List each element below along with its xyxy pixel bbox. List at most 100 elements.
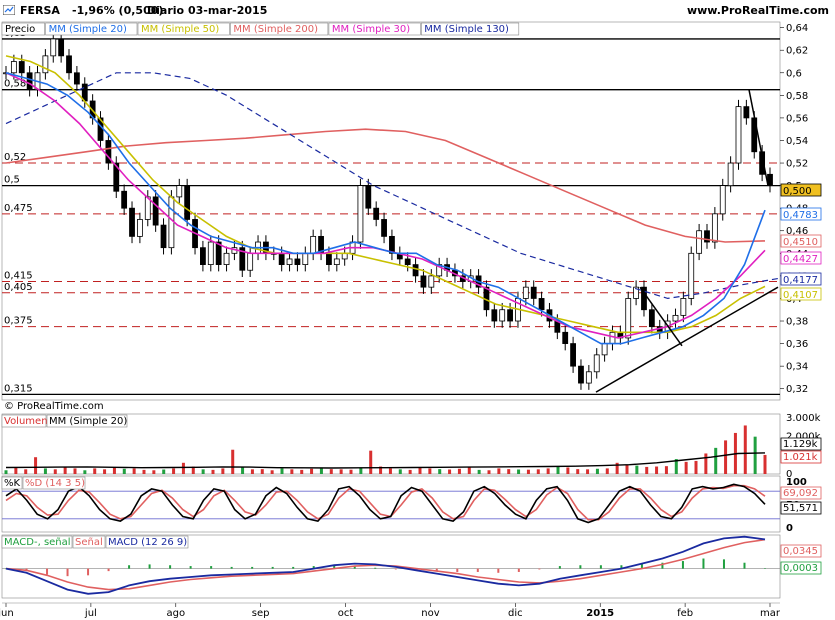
last-value-label: 0,0003 xyxy=(783,563,818,574)
price-y-tick-label: 0,36 xyxy=(786,339,808,350)
macd-histogram-bar xyxy=(169,565,172,569)
x-tick-label: jul xyxy=(84,608,97,619)
price-y-tick-label: 0,62 xyxy=(786,46,808,57)
volume-bar xyxy=(398,469,402,474)
volume-bar xyxy=(526,469,530,474)
level-label: 0,475 xyxy=(4,203,33,214)
last-value-label: 0,4107 xyxy=(783,290,818,301)
volume-bar xyxy=(497,468,501,474)
candle-body xyxy=(420,275,427,288)
candle-body xyxy=(499,309,506,322)
volume-bar xyxy=(103,469,107,474)
candle-body xyxy=(26,72,33,91)
candle-body xyxy=(302,252,309,265)
macd-histogram-bar xyxy=(497,568,500,573)
legend-item: MM (Simple 50) xyxy=(141,24,219,35)
candle-body xyxy=(176,185,183,198)
volume-bar xyxy=(53,469,57,474)
last-value-label: 0,500 xyxy=(783,186,812,197)
candle-body xyxy=(66,55,72,74)
x-tick-label: mar xyxy=(760,608,781,619)
volume-bar xyxy=(684,461,688,474)
last-value-label: 0,4510 xyxy=(783,237,818,248)
volume-bar xyxy=(4,470,8,474)
macd-histogram-bar xyxy=(251,566,254,569)
macd-histogram-bar xyxy=(394,568,397,570)
legend-item: MACD (12 26 9) xyxy=(108,537,187,548)
candle-body xyxy=(672,314,679,322)
volume-bar xyxy=(536,469,540,474)
volume-bar xyxy=(438,469,442,474)
volume-bar xyxy=(290,469,294,474)
volume-bar xyxy=(14,467,18,474)
chart-canvas[interactable]: 0,640,620,60,580,560,540,520,50,480,460,… xyxy=(0,0,835,620)
volume-bar xyxy=(250,469,254,474)
volume-bar xyxy=(339,469,343,474)
candle-body xyxy=(688,252,695,299)
last-value-label: 0,4427 xyxy=(783,254,818,265)
volume-bar xyxy=(448,469,452,474)
candle-body xyxy=(326,252,332,265)
volume-bar xyxy=(152,470,156,474)
macd-histogram-bar xyxy=(66,568,69,577)
candle-body xyxy=(223,252,230,265)
macd-histogram-bar xyxy=(271,566,274,569)
volume-bar xyxy=(724,440,728,474)
macd-histogram-bar xyxy=(189,566,192,569)
volume-bar xyxy=(487,470,491,474)
candle-body xyxy=(428,275,435,288)
legend-item: MM (Simple 30) xyxy=(332,24,410,35)
volume-bar xyxy=(507,469,511,474)
price-y-tick-label: 0,32 xyxy=(786,384,808,395)
stochastic-y-tick-label: 100 xyxy=(786,477,807,488)
candle-body xyxy=(168,196,175,249)
candle-body xyxy=(412,264,419,277)
volume-bar xyxy=(635,465,639,474)
candle-body xyxy=(152,196,159,226)
volume-bar xyxy=(349,469,353,474)
legend-item: Precio xyxy=(5,24,35,35)
volume-bar xyxy=(142,469,146,474)
candle-body xyxy=(58,38,65,57)
volume-bar xyxy=(467,467,471,474)
candle-body xyxy=(50,38,57,57)
candle-body xyxy=(73,72,80,85)
legend-item: MM (Simple 20) xyxy=(49,24,127,35)
volume-bar xyxy=(270,470,274,474)
volume-bar xyxy=(566,467,570,474)
volume-bar xyxy=(221,468,225,474)
volume-bar xyxy=(457,468,461,474)
volume-bar xyxy=(132,468,136,474)
x-tick-label: dic xyxy=(508,608,523,619)
x-tick-label: nov xyxy=(421,608,439,619)
x-tick-label: ago xyxy=(166,608,185,619)
candle-body xyxy=(570,343,576,367)
candle-body xyxy=(200,247,206,265)
candle-body xyxy=(491,309,498,322)
volume-bar xyxy=(93,468,97,474)
candle-body xyxy=(18,61,25,74)
legend-item: Volumen xyxy=(4,416,48,427)
volume-bar xyxy=(280,468,284,474)
last-value-label: 0,4177 xyxy=(783,275,818,286)
last-value-label: 1.129k xyxy=(783,439,818,450)
level-label: 0,405 xyxy=(4,282,33,293)
volume-bar xyxy=(181,462,185,474)
legend-item: Señal xyxy=(75,537,103,548)
candle-body xyxy=(136,219,143,237)
macd-histogram-bar xyxy=(538,568,541,570)
volume-bar xyxy=(43,468,47,474)
last-value-label: 51,571 xyxy=(783,503,818,514)
x-tick-label: jun xyxy=(0,608,14,619)
volume-bar xyxy=(645,466,649,474)
volume-bar xyxy=(388,468,392,474)
candle-body xyxy=(357,185,364,243)
price-y-tick-label: 0,56 xyxy=(786,113,808,124)
volume-bar xyxy=(655,466,659,474)
volume-bar xyxy=(300,469,304,474)
price-y-tick-label: 0,38 xyxy=(786,317,808,328)
volume-bar xyxy=(24,469,28,474)
candle-body xyxy=(727,162,734,187)
candle-body xyxy=(278,252,285,265)
candle-body xyxy=(373,207,380,220)
